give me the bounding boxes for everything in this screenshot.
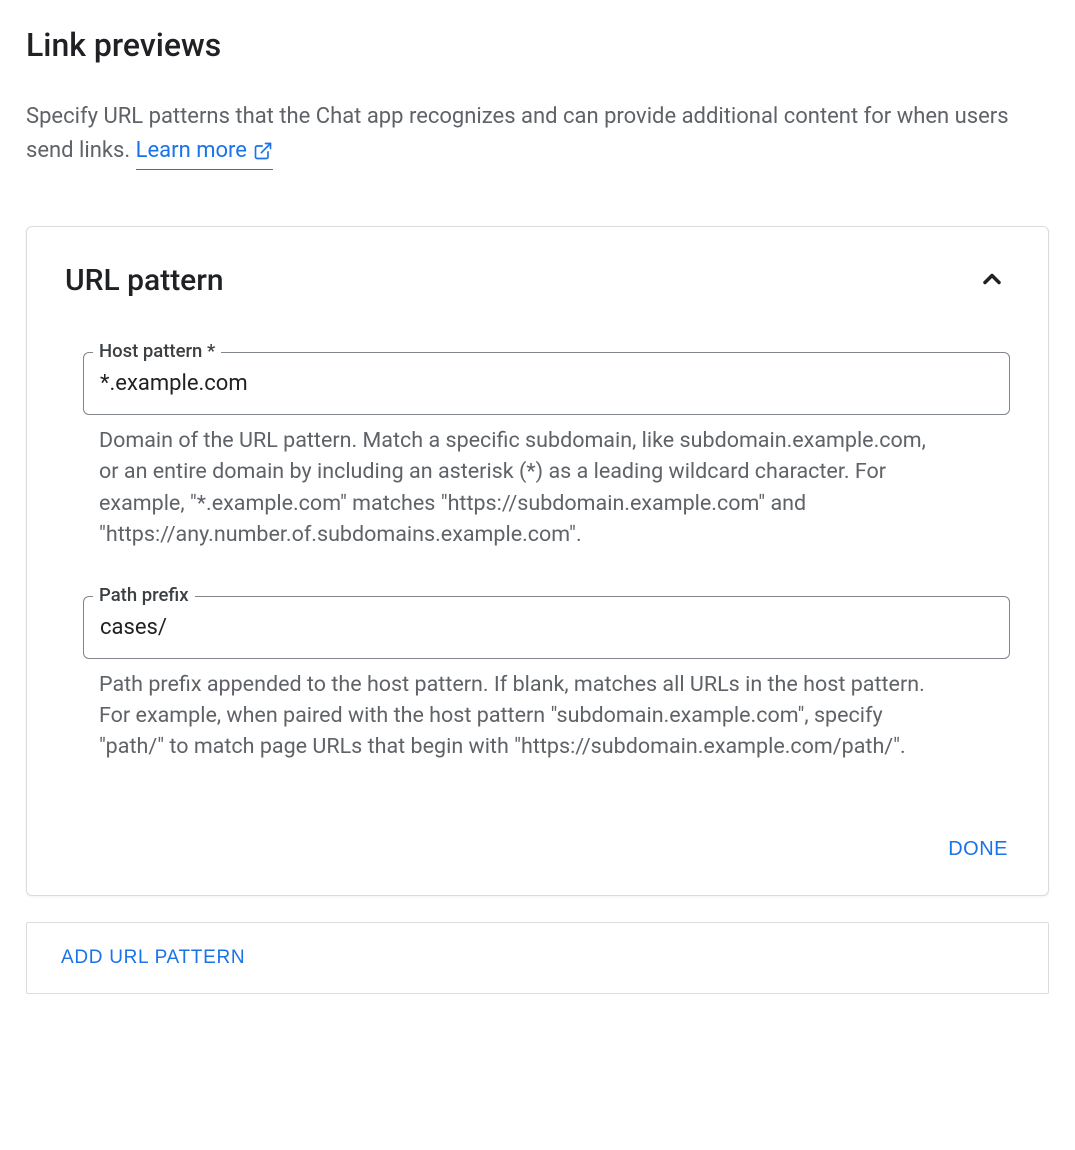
page-description: Specify URL patterns that the Chat app r… <box>26 100 1049 170</box>
add-url-pattern-button[interactable]: ADD URL PATTERN <box>61 947 245 969</box>
host-pattern-field-wrapper: Host pattern * <box>83 352 1010 415</box>
chevron-up-icon <box>978 265 1006 293</box>
done-button[interactable]: DONE <box>946 832 1010 867</box>
path-prefix-label: Path prefix <box>93 584 195 606</box>
path-prefix-field-wrapper: Path prefix <box>83 596 1010 659</box>
host-pattern-help: Domain of the URL pattern. Match a speci… <box>99 425 928 550</box>
card-actions: DONE <box>65 832 1010 867</box>
path-prefix-help: Path prefix appended to the host pattern… <box>99 669 928 763</box>
host-pattern-input[interactable] <box>83 352 1010 415</box>
card-title: URL pattern <box>65 263 224 298</box>
learn-more-link[interactable]: Learn more <box>136 134 273 170</box>
url-pattern-card: URL pattern Host pattern * Domain of the… <box>26 226 1049 896</box>
path-prefix-input[interactable] <box>83 596 1010 659</box>
collapse-button[interactable] <box>974 261 1010 300</box>
external-link-icon <box>253 141 273 161</box>
card-header: URL pattern <box>65 261 1010 300</box>
add-url-pattern-row: ADD URL PATTERN <box>26 922 1049 994</box>
learn-more-label: Learn more <box>136 134 247 168</box>
host-pattern-label: Host pattern * <box>93 340 221 362</box>
page-title: Link previews <box>26 26 1049 64</box>
